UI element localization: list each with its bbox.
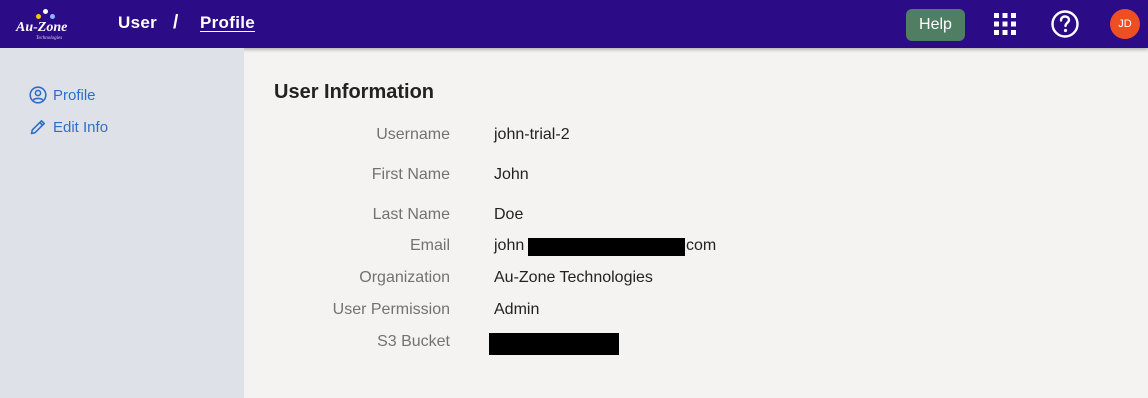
field-row-email: Email john com: [244, 237, 1148, 259]
main-content: User Information Username john-trial-2 F…: [244, 48, 1148, 398]
field-row-first-name: First Name John: [244, 166, 1148, 188]
field-label: Organization: [359, 269, 450, 286]
logo-text: Au-Zone: [16, 20, 68, 35]
field-label: Email: [409, 237, 450, 254]
user-avatar[interactable]: JD: [1110, 9, 1140, 39]
sidebar: Profile Edit Info: [0, 48, 244, 398]
field-label: First Name: [371, 166, 450, 183]
field-row-organization: Organization Au-Zone Technologies: [244, 269, 1148, 291]
field-row-user-permission: User Permission Admin: [244, 301, 1148, 323]
redaction-block: [528, 238, 685, 256]
sidebar-item-edit-info[interactable]: Edit Info: [29, 118, 108, 136]
section-title: User Information: [274, 81, 435, 103]
au-zone-logo[interactable]: Au-Zone Technologies: [14, 6, 76, 42]
field-value: Admin: [494, 301, 540, 318]
field-value-prefix: john: [494, 237, 525, 254]
breadcrumb-user[interactable]: User: [118, 13, 157, 33]
logo-subtext: Technologies: [36, 36, 63, 41]
breadcrumb-separator: /: [173, 12, 179, 33]
user-circle-icon: [29, 86, 47, 104]
field-label: Username: [376, 126, 450, 143]
field-row-username: Username john-trial-2: [244, 126, 1148, 148]
sidebar-item-profile[interactable]: Profile: [29, 86, 96, 104]
field-row-s3-bucket: S3 Bucket: [244, 333, 1148, 355]
sidebar-item-label: Edit Info: [53, 118, 109, 136]
field-value: John: [494, 166, 529, 183]
field-value-suffix: com: [686, 237, 717, 254]
breadcrumb-profile[interactable]: Profile: [200, 13, 255, 33]
field-value: Doe: [494, 206, 524, 223]
redaction-block: [489, 333, 619, 355]
field-label: Last Name: [372, 206, 450, 223]
help-button[interactable]: Help: [906, 9, 965, 41]
pencil-icon: [30, 120, 45, 135]
top-bar: Au-Zone Technologies User / Profile Help…: [0, 0, 1148, 48]
question-circle-icon[interactable]: [1050, 9, 1080, 39]
field-row-last-name: Last Name Doe: [244, 206, 1148, 228]
field-label: User Permission: [332, 301, 450, 318]
sidebar-item-label: Profile: [53, 86, 96, 104]
field-value: Au-Zone Technologies: [494, 269, 653, 286]
field-value: john-trial-2: [494, 126, 570, 143]
grid-apps-icon[interactable]: [994, 13, 1016, 35]
field-label: S3 Bucket: [377, 333, 450, 350]
